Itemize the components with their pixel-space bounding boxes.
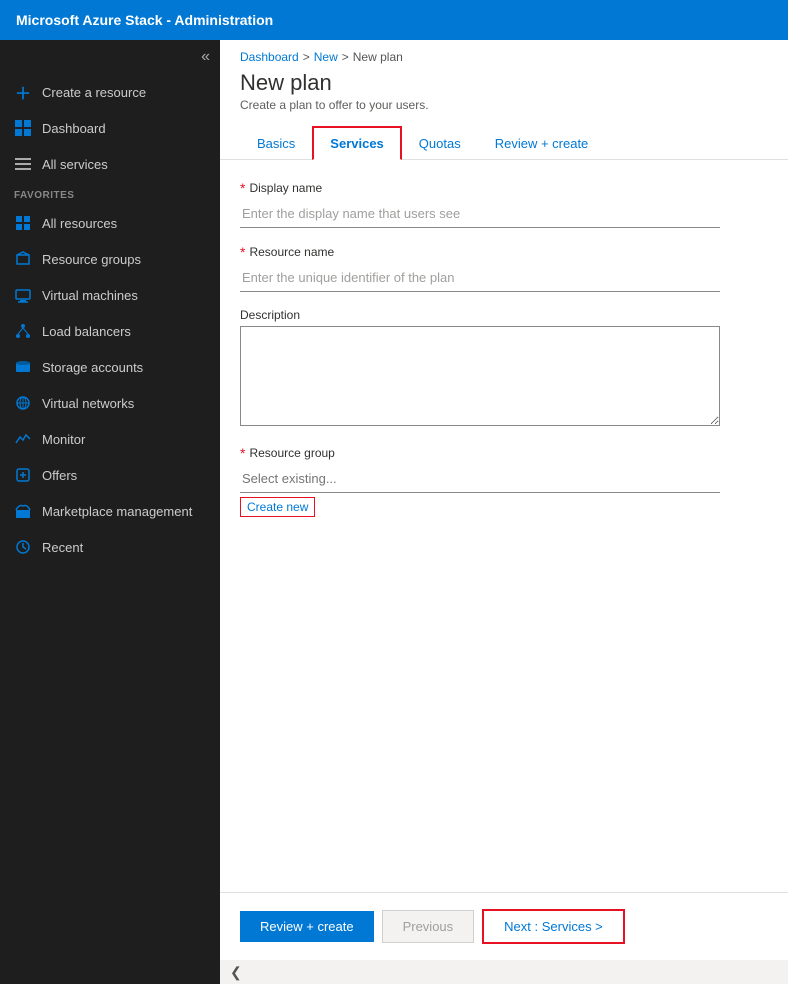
sidebar-item-dashboard[interactable]: Dashboard — [0, 110, 220, 146]
plus-icon: ＋ — [14, 83, 32, 101]
sidebar-item-load-balancers[interactable]: Load balancers — [0, 313, 220, 349]
topbar-title: Microsoft Azure Stack - Administration — [16, 12, 273, 28]
display-name-field: * Display name — [240, 180, 768, 228]
resource-name-input[interactable] — [240, 264, 720, 292]
lb-icon — [14, 322, 32, 340]
topbar: Microsoft Azure Stack - Administration — [0, 0, 788, 40]
sidebar-label-monitor: Monitor — [42, 432, 85, 447]
required-marker-3: * — [240, 445, 245, 461]
breadcrumb: Dashboard > New > New plan — [220, 40, 788, 64]
resource-group-label: * Resource group — [240, 445, 768, 461]
vm-icon — [14, 286, 32, 304]
display-name-label: * Display name — [240, 180, 768, 196]
sidebar-item-recent[interactable]: Recent — [0, 529, 220, 565]
collapse-icon[interactable]: « — [201, 48, 210, 66]
sidebar-item-monitor[interactable]: Monitor — [0, 421, 220, 457]
description-field: Description — [240, 308, 768, 429]
sidebar: « ＋ Create a resource Dashboard All serv… — [0, 40, 220, 984]
recent-icon — [14, 538, 32, 556]
display-name-input[interactable] — [240, 200, 720, 228]
sidebar-label-virtual-machines: Virtual machines — [42, 288, 138, 303]
groups-icon — [14, 250, 32, 268]
resource-name-field: * Resource name — [240, 244, 768, 292]
footer-buttons: Review + create Previous Next : Services… — [220, 892, 788, 960]
sidebar-label-storage-accounts: Storage accounts — [42, 360, 143, 375]
form-area: * Display name * Resource name Descripti… — [220, 160, 788, 892]
required-marker-2: * — [240, 244, 245, 260]
sidebar-label-virtual-networks: Virtual networks — [42, 396, 134, 411]
sidebar-label-create-resource: Create a resource — [42, 85, 146, 100]
page-title-section: New plan Create a plan to offer to your … — [220, 64, 788, 116]
dashboard-icon — [14, 119, 32, 137]
required-marker: * — [240, 180, 245, 196]
sidebar-label-all-resources: All resources — [42, 216, 117, 231]
sidebar-collapse-btn[interactable]: « — [0, 40, 220, 74]
list-icon — [14, 155, 32, 173]
tab-quotas[interactable]: Quotas — [402, 126, 478, 160]
sidebar-item-storage-accounts[interactable]: Storage accounts — [0, 349, 220, 385]
breadcrumb-current: New plan — [353, 50, 403, 64]
breadcrumb-dashboard[interactable]: Dashboard — [240, 50, 299, 64]
sidebar-label-marketplace-management: Marketplace management — [42, 504, 192, 519]
create-new-link[interactable]: Create new — [240, 497, 315, 517]
sidebar-label-recent: Recent — [42, 540, 83, 555]
tab-review-create[interactable]: Review + create — [478, 126, 606, 160]
resource-group-field: * Resource group Create new — [240, 445, 768, 517]
next-services-button[interactable]: Next : Services > — [482, 909, 625, 944]
sidebar-label-resource-groups: Resource groups — [42, 252, 141, 267]
page-subtitle: Create a plan to offer to your users. — [240, 98, 768, 112]
storage-icon — [14, 358, 32, 376]
monitor-icon — [14, 430, 32, 448]
bottom-bar: ❮ — [220, 960, 788, 984]
sidebar-item-virtual-networks[interactable]: Virtual networks — [0, 385, 220, 421]
sidebar-item-all-services[interactable]: All services — [0, 146, 220, 182]
resources-icon — [14, 214, 32, 232]
resource-group-input[interactable] — [240, 465, 720, 493]
sidebar-item-offers[interactable]: Offers — [0, 457, 220, 493]
page-title: New plan — [240, 70, 768, 96]
sidebar-label-load-balancers: Load balancers — [42, 324, 131, 339]
content-area: Dashboard > New > New plan New plan Crea… — [220, 40, 788, 984]
resource-name-label: * Resource name — [240, 244, 768, 260]
tab-basics[interactable]: Basics — [240, 126, 312, 160]
sidebar-label-all-services: All services — [42, 157, 108, 172]
bottom-collapse-icon[interactable]: ❮ — [230, 964, 242, 981]
sidebar-item-resource-groups[interactable]: Resource groups — [0, 241, 220, 277]
favorites-label: FAVORITES — [0, 182, 220, 205]
breadcrumb-new[interactable]: New — [314, 50, 338, 64]
vnet-icon — [14, 394, 32, 412]
offers-icon — [14, 466, 32, 484]
previous-button: Previous — [382, 910, 475, 943]
sidebar-item-create-resource[interactable]: ＋ Create a resource — [0, 74, 220, 110]
sidebar-item-all-resources[interactable]: All resources — [0, 205, 220, 241]
tab-services[interactable]: Services — [312, 126, 402, 160]
review-create-button[interactable]: Review + create — [240, 911, 374, 942]
sidebar-label-offers: Offers — [42, 468, 77, 483]
sidebar-item-virtual-machines[interactable]: Virtual machines — [0, 277, 220, 313]
sidebar-label-dashboard: Dashboard — [42, 121, 106, 136]
description-label: Description — [240, 308, 768, 322]
description-input[interactable] — [240, 326, 720, 426]
tabs-container: Basics Services Quotas Review + create — [220, 116, 788, 160]
marketplace-icon — [14, 502, 32, 520]
sidebar-item-marketplace-management[interactable]: Marketplace management — [0, 493, 220, 529]
